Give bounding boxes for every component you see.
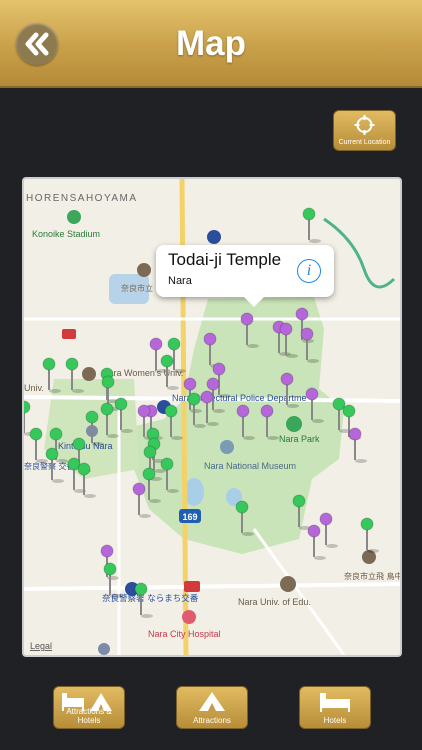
tab-label: Attractions [193, 716, 231, 725]
route-number: 169 [182, 512, 197, 522]
callout-title: Todai-ji Temple [168, 250, 282, 269]
current-location-label: Current Location [338, 139, 391, 146]
stadium-label: Konoike Stadium [32, 229, 100, 239]
museum-label: Nara National Museum [204, 461, 296, 471]
school-icon [280, 576, 296, 592]
tab-label: Attractions & Hotels [66, 707, 112, 725]
university-label: Nara Univ. of Edu. [238, 597, 311, 607]
current-location-button[interactable]: Current Location [333, 110, 396, 151]
map-pin-purple[interactable] [319, 512, 338, 548]
crosshair-icon [354, 115, 375, 135]
tab-label: Hotels [323, 716, 347, 725]
school-icon [82, 367, 96, 381]
museum-icon [220, 440, 234, 454]
map-pin-green[interactable] [360, 517, 379, 553]
info-icon[interactable]: i [297, 259, 321, 283]
map-pin-green[interactable] [302, 207, 321, 243]
train-station-icon [62, 329, 76, 339]
park-icon [286, 416, 302, 432]
tent-icon [199, 692, 225, 711]
train-station-icon [184, 581, 200, 592]
school-label: 奈良市立飛 鳥中学校 [344, 571, 400, 581]
police-box-label: 奈良警察 交番 [24, 461, 75, 471]
district-label: HORENSAHOYAMA [26, 193, 138, 204]
page-title: Map [176, 24, 246, 63]
tab-attractions[interactable]: Attractions [176, 686, 248, 729]
header-bar: Map [0, 0, 422, 88]
hospital-icon [182, 610, 196, 624]
park-label: Nara Park [279, 434, 320, 444]
hospital-label: Nara City Hospital [148, 629, 221, 639]
map-pin-purple[interactable] [348, 427, 367, 463]
callout-subtitle: Nara [168, 275, 192, 287]
annotation-callout[interactable]: Todai-ji Temple Nara i [156, 245, 334, 307]
train-station-icon [98, 643, 110, 655]
tab-attractions-hotels[interactable]: Attractions & Hotels [53, 686, 125, 729]
university-label: Univ. [24, 383, 44, 393]
road [24, 582, 400, 591]
tab-hotels[interactable]: Hotels [299, 686, 371, 729]
stadium-icon [67, 210, 81, 224]
legal-link[interactable]: Legal [30, 641, 52, 651]
bed-icon [320, 693, 350, 712]
university-label: Nara Women's Univ. [102, 368, 183, 378]
school-icon [137, 263, 151, 277]
map-pin-purple[interactable] [307, 524, 326, 560]
police-icon [207, 230, 221, 244]
river [323, 217, 396, 289]
